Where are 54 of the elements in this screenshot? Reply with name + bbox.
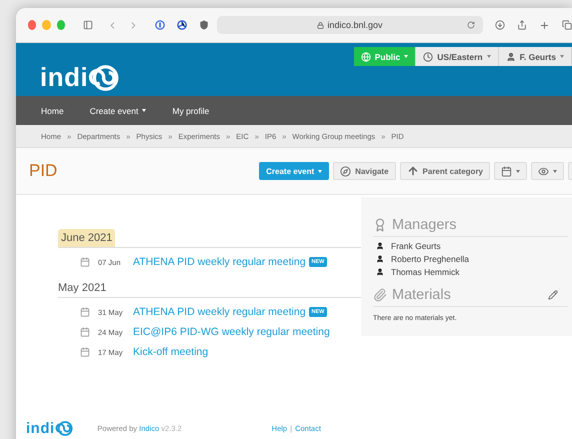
parent-category-button[interactable]: Parent category	[400, 162, 490, 180]
event-link[interactable]: EIC@IP6 PID-WG weekly regular meeting	[133, 326, 330, 338]
download-icon[interactable]	[494, 19, 505, 31]
logo-loop-icon	[88, 64, 121, 90]
site-logo[interactable]: indi	[40, 62, 121, 93]
user-icon	[376, 268, 384, 276]
share-icon[interactable]	[517, 19, 528, 31]
manager-name: Frank Geurts	[391, 241, 441, 251]
event-link[interactable]: ATHENA PID weekly regular meeting	[133, 256, 306, 268]
lock-icon	[317, 22, 324, 28]
award-icon	[373, 218, 387, 232]
calendar-menu-button[interactable]	[494, 162, 527, 180]
extension-icon[interactable]	[176, 19, 187, 31]
user-menu-button[interactable]: F. Geurts	[498, 47, 572, 66]
paperclip-icon	[373, 288, 387, 302]
address-bar[interactable]: indico.bnl.gov	[216, 16, 483, 34]
timezone-menu-button[interactable]: US/Eastern	[416, 47, 499, 66]
manager-name: Thomas Hemmick	[391, 267, 460, 277]
create-event-button[interactable]: Create event	[259, 162, 330, 180]
month-heading: May 2021	[58, 281, 106, 296]
edit-icon[interactable]	[548, 290, 558, 300]
month-heading: June 2021	[58, 229, 116, 247]
footer-logo[interactable]: indi	[26, 420, 74, 437]
tabs-icon[interactable]	[562, 19, 572, 31]
event-link[interactable]: Kick-off meeting	[133, 346, 208, 358]
event-link[interactable]: ATHENA PID weekly regular meeting	[133, 306, 306, 318]
user-icon	[506, 52, 516, 62]
managers-heading: Managers	[392, 217, 458, 233]
calendar-icon	[80, 307, 90, 317]
compass-icon	[340, 166, 352, 176]
close-window-button[interactable]	[28, 20, 36, 30]
menu-item[interactable]: Create event	[90, 106, 146, 116]
calendar-icon	[501, 166, 512, 176]
menu-item[interactable]: Home	[41, 106, 64, 116]
url-text: indico.bnl.gov	[327, 20, 382, 30]
view-menu-button[interactable]	[531, 162, 564, 180]
user-icon	[376, 255, 384, 263]
shield-icon[interactable]	[198, 19, 209, 31]
sidebar-icon[interactable]	[83, 19, 94, 31]
menu-item[interactable]: My profile	[172, 106, 210, 116]
calendar-icon	[80, 257, 90, 267]
navigate-button[interactable]: Navigate	[333, 162, 396, 180]
user-icon	[376, 242, 384, 250]
eye-icon	[538, 166, 549, 176]
arrow-up-icon	[406, 165, 419, 177]
category-title: PID	[29, 161, 58, 181]
globe-icon	[360, 52, 371, 62]
reload-icon[interactable]	[466, 21, 475, 29]
materials-heading: Materials	[392, 287, 452, 303]
calendar-icon	[80, 327, 90, 337]
manager-name: Roberto Preghenella	[391, 254, 469, 264]
logo-loop-icon	[54, 421, 74, 436]
clock-icon	[423, 52, 434, 62]
calendar-icon	[80, 347, 90, 357]
